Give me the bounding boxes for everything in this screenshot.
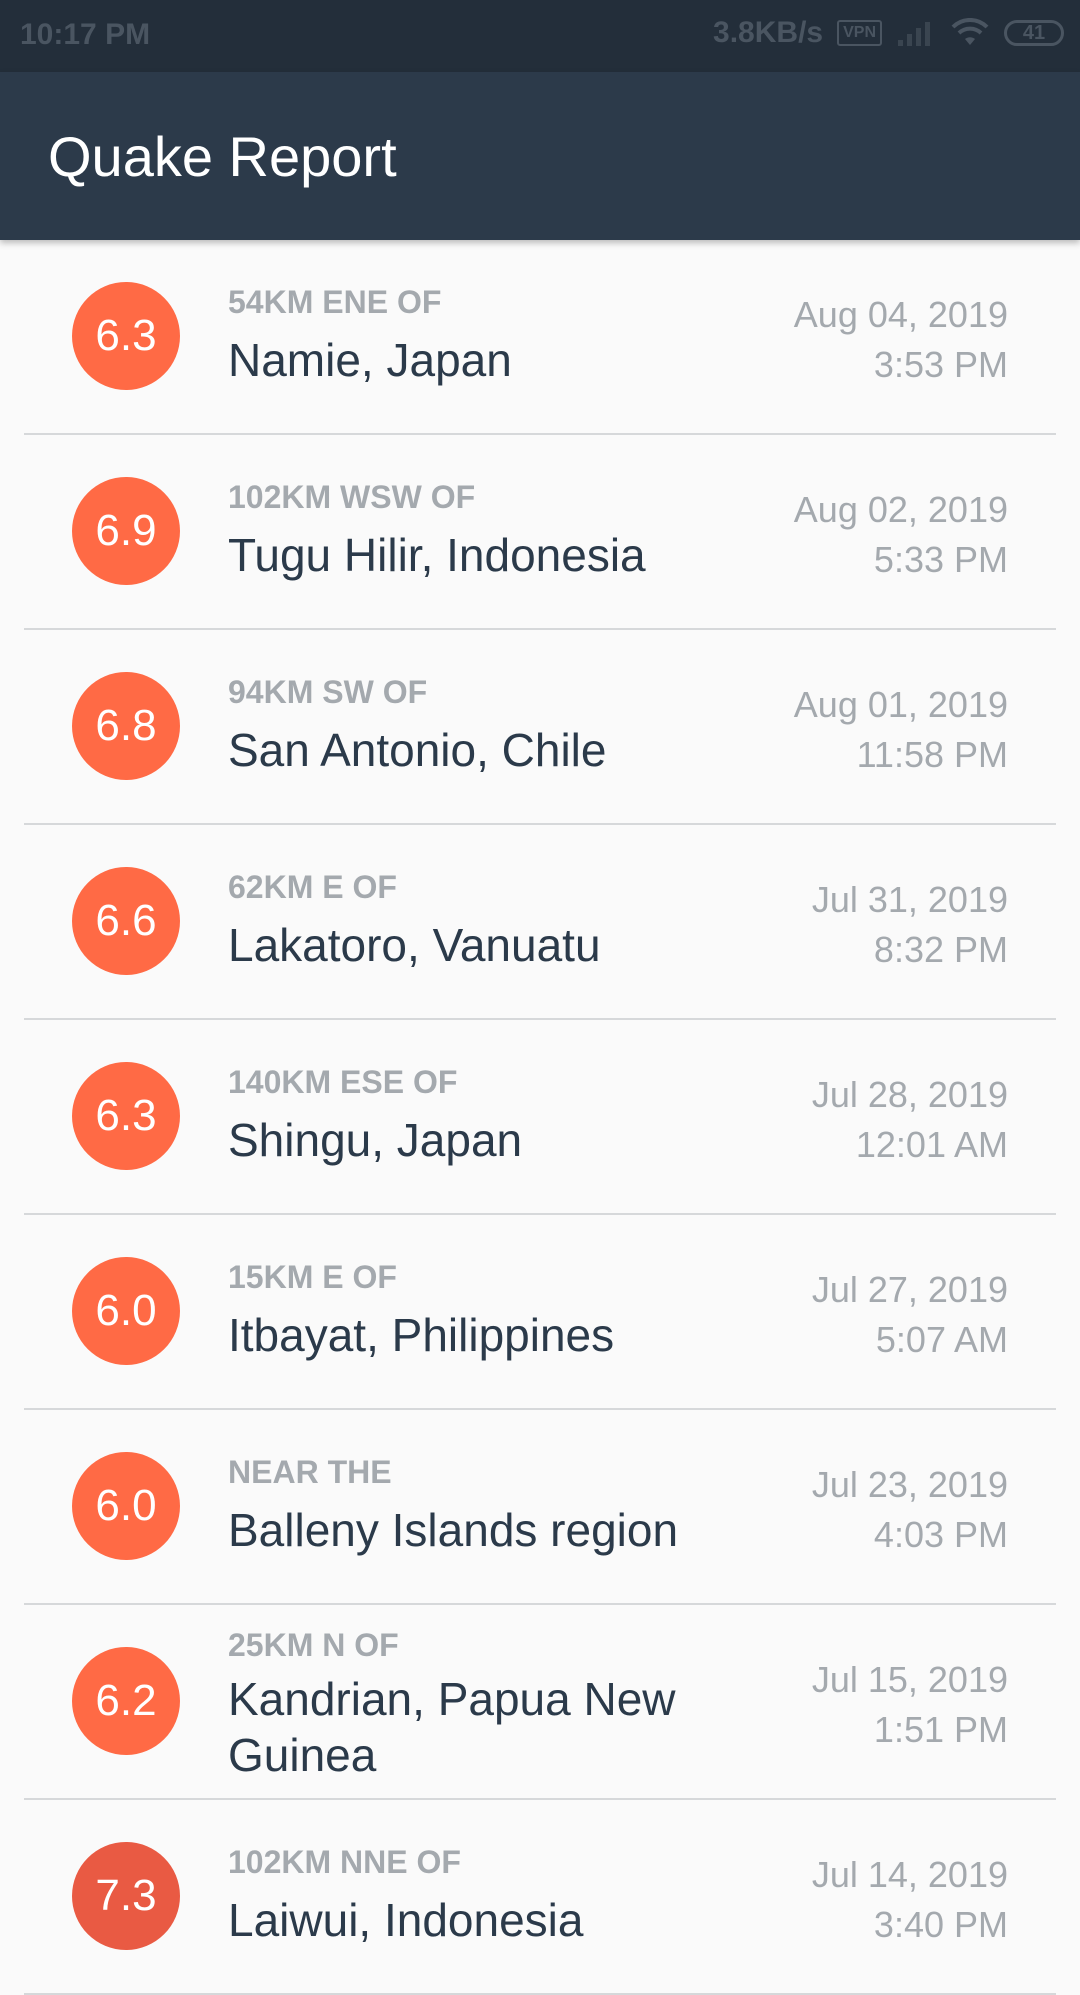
quake-date: Jul 23, 2019 <box>811 1464 1008 1505</box>
earthquake-list-item[interactable]: 6.3 140KM ESE OF Shingu, Japan Jul 28, 2019… <box>0 1020 1080 1215</box>
date-time-block: Jul 28, 2019 12:01 AM <box>812 1070 1008 1170</box>
magnitude-badge: 6.3 <box>72 1062 180 1170</box>
magnitude-badge: 6.0 <box>72 1257 180 1365</box>
quake-date: Jul 28, 2019 <box>811 1074 1008 1115</box>
quake-date: Jul 27, 2019 <box>811 1269 1008 1310</box>
location-offset: 62KM E OF <box>228 869 397 905</box>
quake-time: 4:03 PM <box>873 1514 1008 1555</box>
magnitude-badge: 6.3 <box>72 282 180 390</box>
location-primary: Itbayat, Philippines <box>228 1309 615 1361</box>
earthquake-list-item[interactable]: 6.3 54KM ENE OF Namie, Japan Aug 04, 2019 3:… <box>0 240 1080 435</box>
earthquake-list-item[interactable]: 6.0 15KM E OF Itbayat, Philippines Jul 27, … <box>0 1215 1080 1410</box>
earthquake-list-item[interactable]: 6.8 94KM SW OF San Antonio, Chile Aug 01, 2… <box>0 630 1080 825</box>
location-primary: San Antonio, Chile <box>228 724 607 776</box>
location-primary: Namie, Japan <box>228 334 512 386</box>
date-time-block: Aug 02, 2019 5:33 PM <box>794 485 1008 585</box>
network-speed: 3.8KB/s <box>713 16 824 49</box>
quake-time: 5:33 PM <box>873 539 1008 580</box>
quake-time: 12:01 AM <box>855 1124 1008 1165</box>
quake-time: 3:40 PM <box>873 1904 1008 1945</box>
earthquake-list-item[interactable]: 6.0 NEAR THE Balleny Islands region Jul 23,… <box>0 1410 1080 1605</box>
quake-date: Aug 04, 2019 <box>793 294 1008 335</box>
date-time-block: Jul 27, 2019 5:07 AM <box>812 1265 1008 1365</box>
location-primary: Tugu Hilir, Indonesia <box>228 529 646 581</box>
quake-time: 3:53 PM <box>873 344 1008 385</box>
quake-date: Aug 02, 2019 <box>793 489 1008 530</box>
status-time: 10:17 PM <box>20 18 151 51</box>
magnitude-badge: 7.3 <box>72 1842 180 1950</box>
quake-time: 8:32 PM <box>873 929 1008 970</box>
quake-time: 1:51 PM <box>873 1709 1008 1750</box>
earthquake-list-item[interactable]: 7.3 102KM NNE OF Laiwui, Indonesia Jul 14, … <box>0 1800 1080 1995</box>
location-offset: 102KM WSW OF <box>228 479 476 515</box>
location-offset: 102KM NNE OF <box>228 1844 461 1880</box>
date-time-block: Jul 15, 2019 1:51 PM <box>812 1655 1008 1755</box>
location-offset: 15KM E OF <box>228 1259 397 1295</box>
earthquake-list-item[interactable]: 6.2 25KM N OF Kandrian, Papua New Guinea Ju… <box>0 1605 1080 1800</box>
wifi-icon <box>951 18 989 45</box>
location-offset: 25KM N OF <box>228 1627 399 1663</box>
location-primary: Balleny Islands region <box>228 1504 679 1556</box>
earthquake-list-item[interactable]: 6.9 102KM WSW OF Tugu Hilir, Indonesia Aug … <box>0 435 1080 630</box>
app-title: Quake Report <box>48 125 397 188</box>
vpn-icon: VPN <box>837 20 882 46</box>
date-time-block: Aug 04, 2019 3:53 PM <box>794 290 1008 390</box>
quake-date: Jul 14, 2019 <box>811 1854 1008 1895</box>
location-primary: Lakatoro, Vanuatu <box>228 919 601 971</box>
location-offset: 140KM ESE OF <box>228 1064 458 1100</box>
location-primary: Shingu, Japan <box>228 1114 523 1166</box>
date-time-block: Jul 31, 2019 8:32 PM <box>812 875 1008 975</box>
magnitude-badge: 6.6 <box>72 867 180 975</box>
location-primary: Kandrian, Papua New Guinea <box>228 1673 676 1781</box>
quake-date: Jul 15, 2019 <box>811 1659 1008 1700</box>
status-icons: 3.8KB/s VPN 41 <box>713 16 1064 50</box>
signal-icon <box>898 22 930 46</box>
quake-time: 5:07 AM <box>875 1319 1008 1360</box>
status-bar: 10:17 PM 3.8KB/s VPN 41 <box>0 0 1080 72</box>
location-offset: 94KM SW OF <box>228 674 428 710</box>
location-primary: Laiwui, Indonesia <box>228 1894 584 1946</box>
magnitude-badge: 6.0 <box>72 1452 180 1560</box>
magnitude-badge: 6.8 <box>72 672 180 780</box>
magnitude-badge: 6.9 <box>72 477 180 585</box>
date-time-block: Aug 01, 2019 11:58 PM <box>794 680 1008 780</box>
earthquake-list: 6.3 54KM ENE OF Namie, Japan Aug 04, 2019 3:… <box>0 240 1080 1995</box>
date-time-block: Jul 14, 2019 3:40 PM <box>812 1850 1008 1950</box>
quake-time: 11:58 PM <box>856 734 1008 775</box>
magnitude-badge: 6.2 <box>72 1647 180 1755</box>
app-bar: Quake Report <box>0 72 1080 240</box>
date-time-block: Jul 23, 2019 4:03 PM <box>812 1460 1008 1560</box>
earthquake-list-item[interactable]: 6.6 62KM E OF Lakatoro, Vanuatu Jul 31, 201… <box>0 825 1080 1020</box>
quake-date: Aug 01, 2019 <box>793 684 1008 725</box>
quake-date: Jul 31, 2019 <box>811 879 1008 920</box>
battery-icon: 41 <box>1004 20 1064 46</box>
location-offset: 54KM ENE OF <box>228 284 442 320</box>
location-offset: NEAR THE <box>228 1454 392 1490</box>
